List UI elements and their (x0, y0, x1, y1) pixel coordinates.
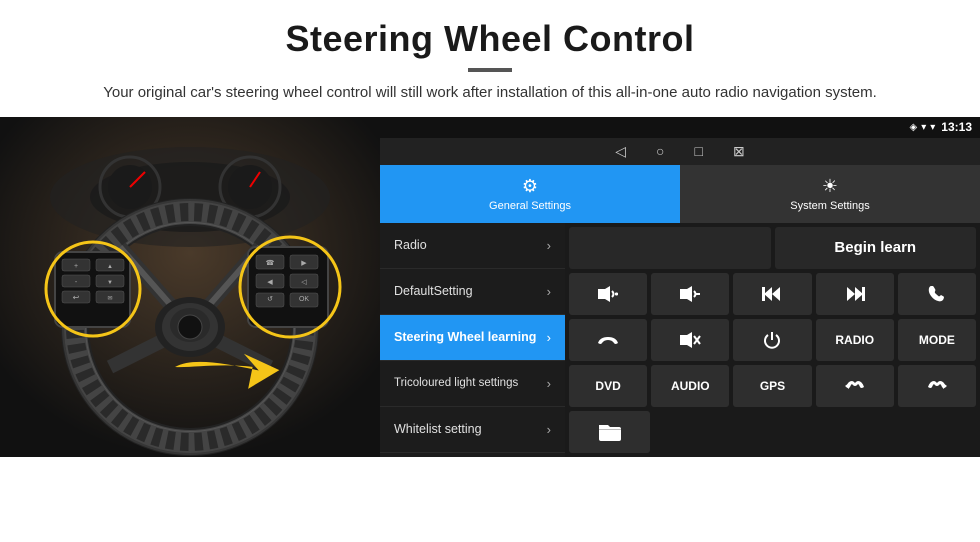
svg-text:OK: OK (299, 296, 309, 303)
status-icons: ◈ ▾ ▾ (910, 122, 936, 133)
nav-bar: ◁ ○ □ ⊠ (380, 138, 980, 165)
hangup-button[interactable] (569, 319, 647, 361)
extra-nav-icon[interactable]: ⊠ (733, 143, 745, 160)
tab-general-settings[interactable]: ⚙ General Settings (380, 165, 680, 223)
menu-item-whitelist[interactable]: Whitelist setting › (380, 407, 565, 453)
tab-system-settings[interactable]: ☀ System Settings (680, 165, 980, 223)
last-row (569, 411, 976, 453)
status-bar: ◈ ▾ ▾ 13:13 (380, 117, 980, 138)
dvd-button-label: DVD (595, 379, 620, 393)
system-settings-icon: ☀ (822, 176, 838, 197)
steering-wheel-image: + ▲ - ▼ ↩ ✉ ☎ ▶ ◀ ◁ ↺ OK (0, 117, 380, 457)
gps-button-label: GPS (760, 379, 785, 393)
prev-track-button[interactable] (733, 273, 811, 315)
mode-button-label: MODE (919, 333, 955, 347)
svg-text:◀: ◀ (267, 279, 273, 286)
page-subtitle: Your original car's steering wheel contr… (60, 82, 920, 105)
svg-text:☎: ☎ (266, 259, 275, 267)
tab-bar: ⚙ General Settings ☀ System Settings (380, 165, 980, 223)
next-track-button[interactable] (816, 273, 894, 315)
menu-item-steering-wheel-label: Steering Wheel learning (394, 330, 536, 344)
dvd-button[interactable]: DVD (569, 365, 647, 407)
menu-item-radio-chevron: › (547, 238, 551, 253)
menu-item-radio-label: Radio (394, 238, 427, 252)
menu-item-default-setting-label: DefaultSetting (394, 284, 473, 298)
controls-row-1 (569, 273, 976, 315)
volume-down-button[interactable] (651, 273, 729, 315)
menu-item-whitelist-label: Whitelist setting (394, 422, 482, 436)
svg-text:↺: ↺ (267, 296, 273, 303)
mode-button[interactable]: MODE (898, 319, 976, 361)
gps-button[interactable]: GPS (733, 365, 811, 407)
begin-learn-button[interactable]: Begin learn (775, 227, 977, 269)
menu-item-default-setting-chevron: › (547, 284, 551, 299)
tab-general-settings-label: General Settings (489, 200, 571, 212)
phone-prev-button[interactable] (816, 365, 894, 407)
audio-button[interactable]: AUDIO (651, 365, 729, 407)
right-controls: Begin learn (565, 223, 980, 457)
content-area: + ▲ - ▼ ↩ ✉ ☎ ▶ ◀ ◁ ↺ OK (0, 117, 980, 457)
back-nav-icon[interactable]: ◁ (615, 143, 626, 160)
menu-item-steering-wheel-chevron: › (547, 330, 551, 345)
android-main: Radio › DefaultSetting › Steering Wheel … (380, 223, 980, 457)
power-button[interactable] (733, 319, 811, 361)
volume-up-button[interactable] (569, 273, 647, 315)
menu-item-tricoloured[interactable]: Tricoloured light settings › (380, 361, 565, 407)
audio-button-label: AUDIO (671, 379, 710, 393)
wifi-icon: ▾ (930, 122, 935, 133)
svg-text:+: + (74, 263, 78, 270)
phone-next-button[interactable] (898, 365, 976, 407)
folder-button[interactable] (569, 411, 650, 453)
menu-item-default-setting[interactable]: DefaultSetting › (380, 269, 565, 315)
svg-text:▲: ▲ (107, 264, 113, 270)
home-nav-icon[interactable]: ○ (656, 143, 664, 159)
empty-slot (569, 227, 771, 269)
radio-button-label: RADIO (835, 333, 874, 347)
menu-item-tricoloured-label: Tricoloured light settings (394, 377, 518, 389)
svg-text:✉: ✉ (107, 296, 112, 302)
svg-text:◁: ◁ (301, 279, 307, 286)
begin-learn-row: Begin learn (569, 227, 976, 269)
page-title: Steering Wheel Control (60, 18, 920, 60)
menu-item-radio[interactable]: Radio › (380, 223, 565, 269)
android-panel: ◈ ▾ ▾ 13:13 ◁ ○ □ ⊠ ⚙ General Settings ☀… (380, 117, 980, 457)
title-divider (468, 68, 512, 72)
top-section: Steering Wheel Control Your original car… (0, 0, 980, 117)
tab-system-settings-label: System Settings (790, 200, 869, 212)
menu-item-steering-wheel[interactable]: Steering Wheel learning › (380, 315, 565, 361)
svg-text:↩: ↩ (73, 293, 80, 302)
controls-row-3: DVD AUDIO GPS (569, 365, 976, 407)
signal-icon: ▾ (921, 122, 926, 133)
menu-item-tricoloured-chevron: › (547, 376, 551, 391)
location-icon: ◈ (910, 122, 918, 133)
menu-item-whitelist-chevron: › (547, 422, 551, 437)
left-menu: Radio › DefaultSetting › Steering Wheel … (380, 223, 565, 457)
general-settings-icon: ⚙ (522, 176, 538, 197)
svg-text:▶: ▶ (301, 260, 307, 267)
status-time: 13:13 (941, 120, 972, 134)
phone-button[interactable] (898, 273, 976, 315)
controls-row-2: RADIO MODE (569, 319, 976, 361)
svg-text:▼: ▼ (107, 280, 113, 286)
recent-nav-icon[interactable]: □ (695, 143, 703, 159)
mute-button[interactable] (651, 319, 729, 361)
radio-button[interactable]: RADIO (816, 319, 894, 361)
